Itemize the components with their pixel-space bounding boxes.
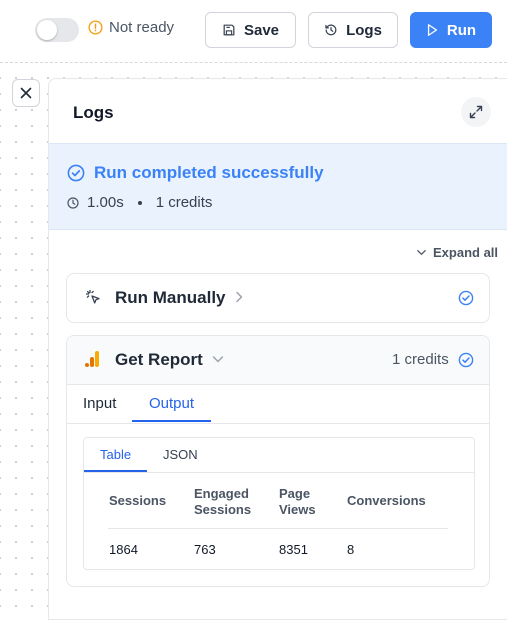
history-icon <box>324 23 338 37</box>
status-label: Not ready <box>109 19 175 36</box>
run-status-banner: Run completed successfully 1.00s 1 credi… <box>49 143 507 230</box>
banner-title-text: Run completed successfully <box>94 163 324 182</box>
save-icon <box>222 23 236 37</box>
toggle-knob <box>37 20 57 40</box>
banner-title: Run completed successfully <box>67 163 324 183</box>
subtab-json[interactable]: JSON <box>163 447 198 462</box>
panel-title: Logs <box>73 103 114 122</box>
output-view-tabs: Table JSON <box>84 438 474 473</box>
run-label: Run <box>446 21 477 39</box>
column-header: Sessions <box>109 493 167 508</box>
save-label: Save <box>243 21 280 39</box>
run-credits: 1 credits <box>155 194 213 211</box>
chevron-down-icon <box>416 247 427 258</box>
step-name: Get Report <box>115 350 203 369</box>
warning-icon <box>88 20 103 35</box>
run-duration: 1.00s <box>87 194 124 211</box>
logs-label: Logs <box>346 21 382 39</box>
step-card-run-manually[interactable]: Run Manually <box>66 273 490 323</box>
chevron-down-icon <box>211 352 225 366</box>
column-header: Conversions <box>347 493 426 508</box>
active-tab-indicator <box>132 420 211 422</box>
run-button[interactable]: Run <box>410 12 492 48</box>
subtab-table[interactable]: Table <box>100 447 131 462</box>
clock-icon <box>67 196 79 209</box>
logs-panel: Logs Run completed successfully 1.00s 1 … <box>48 78 507 620</box>
step-credits: 1 credits <box>392 351 449 368</box>
table-cell: 8351 <box>279 542 308 557</box>
step-card-get-report: Get Report 1 credits Input Output Table … <box>66 335 490 587</box>
tab-input[interactable]: Input <box>83 395 116 412</box>
play-icon <box>426 23 439 37</box>
status-indicator: Not ready <box>88 19 174 36</box>
column-header: Page Views <box>279 486 316 517</box>
check-circle-icon <box>458 290 474 306</box>
io-tabs: Input Output <box>67 385 489 424</box>
table-cell: 1864 <box>109 542 138 557</box>
analytics-icon <box>84 350 100 368</box>
chevron-right-icon <box>233 290 245 304</box>
check-circle-icon <box>67 164 85 182</box>
output-viewer: Table JSON Sessions Engaged Sessions Page… <box>83 437 475 570</box>
save-button[interactable]: Save <box>205 12 296 48</box>
column-header: Engaged Sessions <box>194 486 252 517</box>
close-icon <box>20 87 32 99</box>
step-header[interactable]: Run Manually <box>67 274 489 322</box>
table-cell: 8 <box>347 542 355 557</box>
banner-meta: 1.00s 1 credits <box>67 194 212 211</box>
row-divider <box>108 528 448 529</box>
step-header[interactable]: Get Report 1 credits <box>67 336 489 385</box>
check-circle-icon <box>458 352 474 368</box>
step-name: Run Manually <box>115 288 226 307</box>
tab-output[interactable]: Output <box>149 395 194 412</box>
separator-dot <box>137 200 142 205</box>
logs-button[interactable]: Logs <box>308 12 398 48</box>
expand-all-button[interactable]: Expand all <box>416 245 498 260</box>
expand-all-label: Expand all <box>433 245 499 260</box>
fullscreen-button[interactable] <box>461 97 491 127</box>
expand-icon <box>469 105 483 119</box>
active-subtab-indicator <box>84 470 147 472</box>
cursor-click-icon <box>85 289 101 305</box>
table-cell: 763 <box>194 542 216 557</box>
close-panel-button[interactable] <box>12 79 40 107</box>
ready-toggle[interactable] <box>35 18 79 42</box>
top-toolbar: Not ready Save Logs Run <box>0 0 507 63</box>
